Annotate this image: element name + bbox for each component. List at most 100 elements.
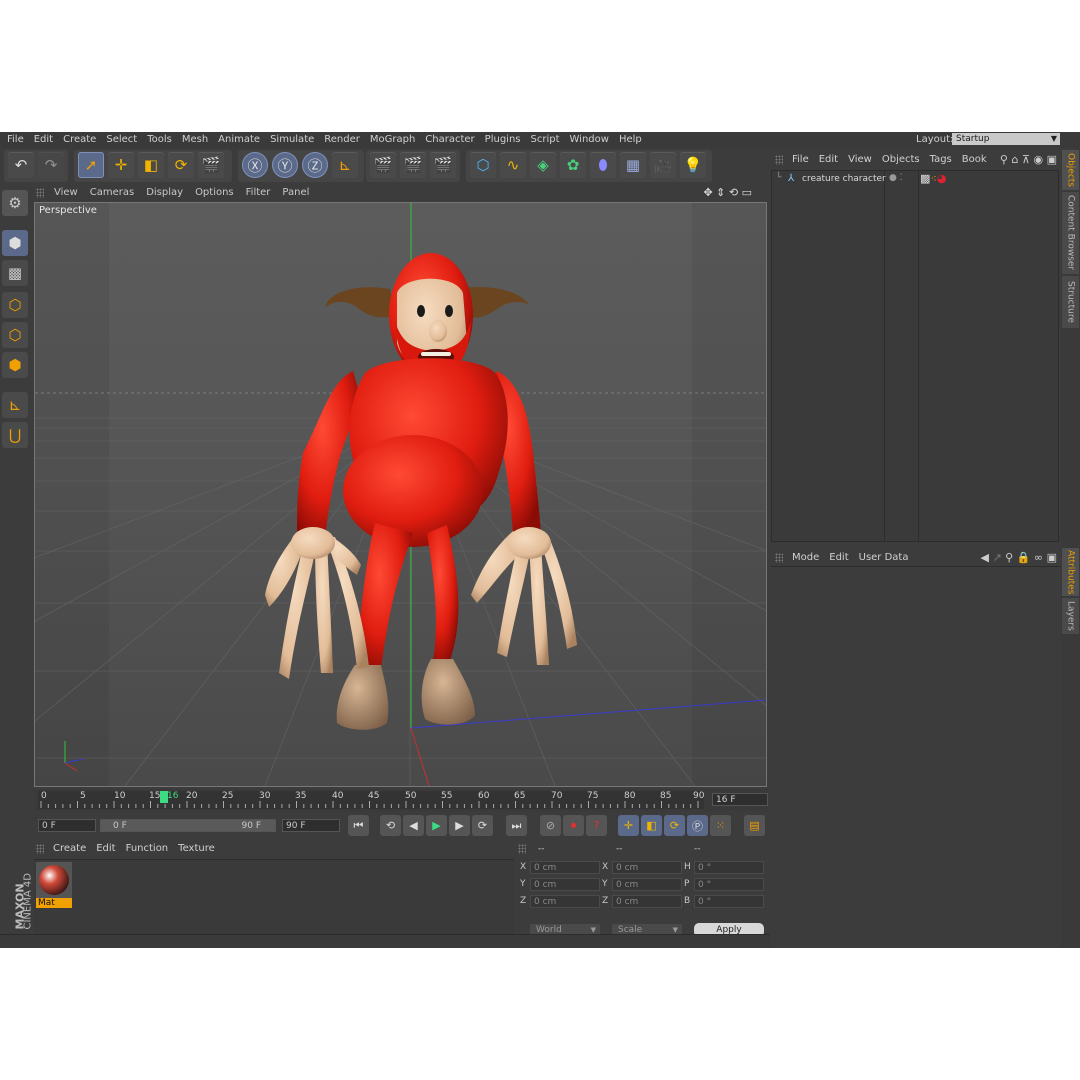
attribute-menu-user-data[interactable]: User Data [854, 550, 914, 566]
menu-file[interactable]: File [2, 132, 29, 148]
viewport-menu-panel[interactable]: Panel [276, 186, 315, 200]
end-frame-field[interactable]: 90 F [282, 819, 340, 832]
timeline-button[interactable]: ▤ [744, 815, 765, 836]
search-icon[interactable]: ⚲ [1005, 551, 1013, 564]
menu-animate[interactable]: Animate [213, 132, 265, 148]
edge-mode-button[interactable]: ⬡ [2, 322, 28, 348]
record-scale-button[interactable]: ◧ [641, 815, 662, 836]
up-icon[interactable]: ⊼ [1022, 153, 1030, 166]
object-menu-edit[interactable]: Edit [814, 152, 843, 168]
array-button[interactable]: ✿ [560, 152, 586, 178]
size-z-field[interactable]: 0 cm [612, 895, 682, 908]
polygon-mode-button[interactable]: ⬢ [2, 352, 28, 378]
record-rotation-button[interactable]: ⟳ [664, 815, 685, 836]
material-menu-texture[interactable]: Texture [173, 841, 220, 857]
rotate-button[interactable]: ⟳ [168, 152, 194, 178]
menu-create[interactable]: Create [58, 132, 101, 148]
link-icon[interactable]: ∞ [1034, 551, 1043, 564]
previous-key-button[interactable]: ⟲ [380, 815, 401, 836]
model-mode-button[interactable]: ⬢ [2, 230, 28, 256]
preview-range-slider[interactable]: 0 F 90 F [100, 819, 276, 832]
timeline-ruler[interactable]: 0 5 10 15 16 20 25 30 35 40 45 50 55 60 … [38, 791, 704, 809]
material-name[interactable]: Mat [36, 898, 72, 908]
list-item[interactable]: └ ⅄ creature character ● ⁚ ▩⁖◕ [772, 172, 1058, 188]
object-tags[interactable]: ▩⁖◕ [920, 172, 946, 185]
attribute-menu-mode[interactable]: Mode [787, 550, 824, 566]
pos-x-field[interactable]: 0 cm [530, 861, 600, 874]
attribute-manager-tools[interactable]: ◀ ↗ ⚲ 🔒 ∞ ▣ [980, 550, 1057, 566]
pos-y-field[interactable]: 0 cm [530, 878, 600, 891]
perspective-viewport[interactable]: Perspective [34, 202, 767, 787]
x-axis-button[interactable]: Ⓧ [242, 152, 268, 178]
scene-floor-button[interactable]: ▦ [620, 152, 646, 178]
deformer-button[interactable]: ⬮ [590, 152, 616, 178]
menu-tools[interactable]: Tools [142, 132, 177, 148]
recent-tools-button[interactable]: 🎬 [198, 152, 224, 178]
pos-z-field[interactable]: 0 cm [530, 895, 600, 908]
eye-icon[interactable]: ◉ [1033, 153, 1043, 166]
record-position-button[interactable]: ✛ [618, 815, 639, 836]
menu-select[interactable]: Select [101, 132, 142, 148]
texture-mode-button[interactable]: ▩ [2, 260, 28, 286]
tab-objects[interactable]: Objects [1062, 150, 1079, 190]
menu-window[interactable]: Window [565, 132, 614, 148]
viewport-menu-filter[interactable]: Filter [240, 186, 277, 200]
goto-start-button[interactable]: ⏮ [348, 815, 369, 836]
redo-button[interactable]: ↷ [38, 152, 64, 178]
material-menu-function[interactable]: Function [121, 841, 174, 857]
z-axis-button[interactable]: Ⓩ [302, 152, 328, 178]
render-view-button[interactable]: 🎬 [370, 152, 396, 178]
keyframe-selection-button[interactable]: ? [586, 815, 607, 836]
snap-button[interactable]: ⋃ [2, 422, 28, 448]
record-active-button[interactable]: ⊘ [540, 815, 561, 836]
layout-dropdown[interactable]: Startup ▼ [952, 133, 1060, 145]
object-menu-file[interactable]: File [787, 152, 814, 168]
viewport-navigation-icons[interactable]: ✥ ⇕ ⟲ ▭ [703, 186, 752, 199]
play-button[interactable]: ▶ [426, 815, 447, 836]
next-key-button[interactable]: ⟳ [472, 815, 493, 836]
material-menu-edit[interactable]: Edit [91, 841, 120, 857]
viewport-menu-cameras[interactable]: Cameras [84, 186, 140, 200]
make-editable-button[interactable]: ⚙ [2, 190, 28, 216]
rot-b-field[interactable]: 0 ° [694, 895, 764, 908]
viewport-menu-options[interactable]: Options [189, 186, 240, 200]
object-menu-view[interactable]: View [843, 152, 877, 168]
checker-texture-tag-icon[interactable]: ▩ [920, 172, 930, 185]
viewport-menu-view[interactable]: View [48, 186, 84, 200]
rot-p-field[interactable]: 0 ° [694, 878, 764, 891]
scale-button[interactable]: ◧ [138, 152, 164, 178]
tab-layers[interactable]: Layers [1062, 598, 1079, 634]
axis-mode-button[interactable]: ⊾ [2, 392, 28, 418]
tab-structure[interactable]: Structure [1062, 276, 1079, 328]
cube-button[interactable]: ⬡ [470, 152, 496, 178]
rot-h-field[interactable]: 0 ° [694, 861, 764, 874]
size-x-field[interactable]: 0 cm [612, 861, 682, 874]
new-window-icon[interactable]: ▣ [1047, 551, 1057, 564]
render-picture-viewer-button[interactable]: 🎬 [400, 152, 426, 178]
previous-frame-button[interactable]: ◀ [403, 815, 424, 836]
start-frame-field[interactable]: 0 F [38, 819, 96, 832]
object-menu-tags[interactable]: Tags [925, 152, 957, 168]
goto-end-button[interactable]: ⏭ [506, 815, 527, 836]
material-thumbnail[interactable] [36, 862, 72, 900]
material-menu-create[interactable]: Create [48, 841, 91, 857]
menu-mograph[interactable]: MoGraph [365, 132, 420, 148]
menu-script[interactable]: Script [526, 132, 565, 148]
object-manager-tools[interactable]: ⚲ ⌂ ⊼ ◉ ▣ [1000, 152, 1057, 168]
menu-render[interactable]: Render [319, 132, 365, 148]
search-icon[interactable]: ⚲ [1000, 153, 1008, 166]
tab-attributes[interactable]: Attributes [1062, 548, 1079, 596]
menu-plugins[interactable]: Plugins [480, 132, 526, 148]
lock-icon[interactable]: 🔒 [1017, 551, 1031, 564]
record-parameter-button[interactable]: Ⓟ [687, 815, 708, 836]
menu-simulate[interactable]: Simulate [265, 132, 319, 148]
autokey-button[interactable]: ⏺ [563, 815, 584, 836]
coordinate-system-button[interactable]: ⊾ [332, 152, 358, 178]
light-button[interactable]: 💡 [680, 152, 706, 178]
up-arrow-icon[interactable]: ↗ [992, 551, 1001, 564]
nurbs-button[interactable]: ◈ [530, 152, 556, 178]
viewport-menu-display[interactable]: Display [140, 186, 189, 200]
current-frame-field[interactable]: 16 F [712, 793, 768, 806]
attribute-menu-edit[interactable]: Edit [824, 550, 853, 566]
object-menu-objects[interactable]: Objects [877, 152, 925, 168]
